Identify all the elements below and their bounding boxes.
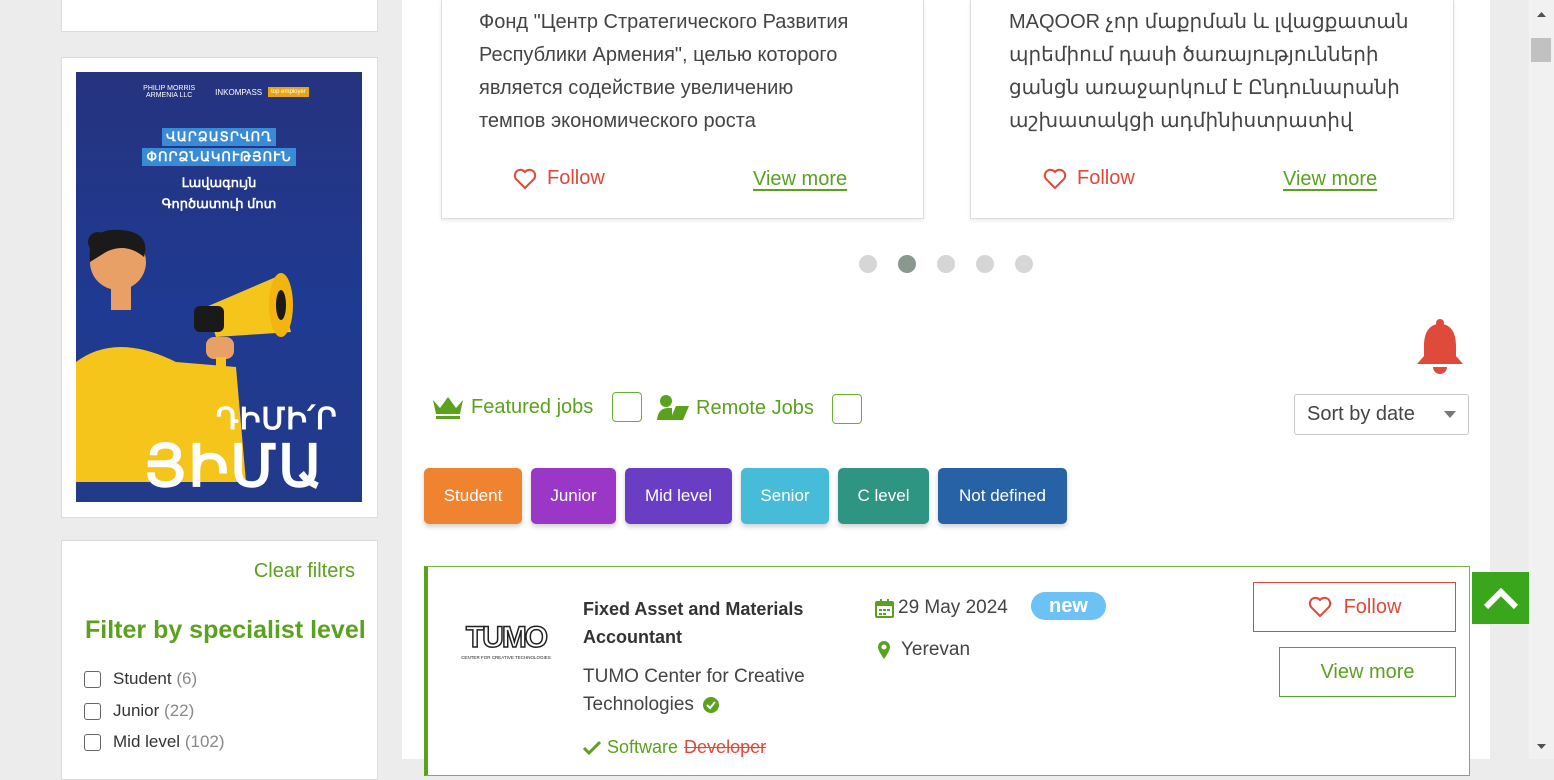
carousel-dot[interactable] bbox=[976, 255, 994, 273]
heart-icon bbox=[513, 168, 537, 189]
level-button-not-defined[interactable]: Not defined bbox=[938, 468, 1067, 524]
featured-jobs-checkbox[interactable] bbox=[612, 392, 642, 422]
tag-miss: Developer bbox=[684, 737, 767, 757]
caret-down-icon bbox=[1444, 411, 1456, 418]
company-card: MAQOOR չոր մաքրման և լվացքատան պրեմիում … bbox=[970, 0, 1454, 219]
check-icon bbox=[583, 740, 601, 755]
ad-subline-1: Լավագույն bbox=[181, 175, 257, 190]
filter-item-junior[interactable]: Junior (22) bbox=[84, 701, 194, 721]
scroll-to-top-button[interactable] bbox=[1472, 572, 1529, 624]
checkbox[interactable] bbox=[84, 702, 101, 720]
ad-headline-2: ՓՈՐՁՆԱԿՈՒԹՅՈՒՆ bbox=[142, 148, 296, 166]
checkbox[interactable] bbox=[84, 733, 101, 751]
job-location: Yerevan bbox=[877, 639, 970, 661]
follow-button[interactable]: Follow bbox=[1043, 167, 1135, 190]
level-button-c-level[interactable]: C level bbox=[838, 468, 929, 524]
view-more-link[interactable]: View more bbox=[753, 168, 847, 191]
remote-worker-icon bbox=[657, 395, 689, 420]
filter-item-student[interactable]: Student (6) bbox=[84, 669, 197, 689]
ad-panel: PHILIP MORRIS ARMENIA LLC INKOMPASS top … bbox=[61, 57, 378, 518]
company-description-line: աշխատակցի ադմինիստրատիվ bbox=[1009, 110, 1353, 132]
level-button-senior[interactable]: Senior bbox=[741, 468, 829, 524]
job-title[interactable]: Fixed Asset and Materials Accountant bbox=[583, 595, 803, 651]
ad-subline-2: Գործատուի մոտ bbox=[161, 196, 277, 211]
job-date: 29 May 2024 bbox=[875, 597, 1008, 619]
carousel-dot[interactable] bbox=[937, 255, 955, 273]
bell-icon[interactable] bbox=[1413, 318, 1467, 376]
company-logo[interactable]: TUMO CENTER FOR CREATIVE TECHNOLOGIES bbox=[456, 622, 556, 663]
job-follow-button[interactable]: Follow bbox=[1253, 582, 1456, 632]
view-more-link[interactable]: View more bbox=[1283, 168, 1377, 191]
ad-banner[interactable]: PHILIP MORRIS ARMENIA LLC INKOMPASS top … bbox=[76, 72, 362, 502]
company-description-line: ցանցն առաջարկում է Ընդունարանի bbox=[1009, 77, 1400, 99]
level-button-mid-level[interactable]: Mid level bbox=[625, 468, 732, 524]
map-pin-icon bbox=[878, 641, 890, 659]
scroll-down-arrow-icon[interactable] bbox=[1529, 737, 1554, 757]
new-badge: new bbox=[1031, 592, 1106, 620]
inkompass-logo: INKOMPASS bbox=[215, 87, 263, 97]
job-card[interactable]: TUMO CENTER FOR CREATIVE TECHNOLOGIES Fi… bbox=[424, 566, 1470, 776]
clear-filters-link[interactable]: Clear filters bbox=[254, 560, 355, 583]
level-button-student[interactable]: Student bbox=[424, 468, 522, 524]
remote-jobs-label[interactable]: Remote Jobs bbox=[656, 394, 814, 422]
heart-icon bbox=[1043, 168, 1067, 189]
scrollbar-thumb[interactable] bbox=[1531, 38, 1551, 62]
company-description-line: պրեմիում դասի ծառայությունների bbox=[1009, 44, 1379, 66]
job-tags: Software Developer bbox=[583, 737, 766, 758]
filter-title: Filter by specialist level bbox=[85, 616, 366, 644]
follow-button[interactable]: Follow bbox=[513, 167, 605, 190]
company-description-line: Фонд "Центр Стратегического Развития bbox=[479, 11, 849, 33]
remote-jobs-checkbox[interactable] bbox=[832, 394, 862, 424]
verified-icon bbox=[702, 697, 719, 713]
filter-item-mid-level[interactable]: Mid level (102) bbox=[84, 732, 225, 752]
scroll-up-arrow-icon[interactable] bbox=[1529, 4, 1554, 24]
company-description-line: MAQOOR չոր մաքրման և լվացքատան bbox=[1009, 11, 1409, 33]
carousel-dot[interactable] bbox=[1015, 255, 1033, 273]
checkbox[interactable] bbox=[84, 670, 101, 688]
level-button-junior[interactable]: Junior bbox=[531, 468, 616, 524]
crown-icon bbox=[433, 397, 463, 419]
featured-jobs-label[interactable]: Featured jobs bbox=[431, 394, 593, 420]
sort-select[interactable]: Sort by date bbox=[1294, 394, 1469, 435]
top-employer-logo: top employer bbox=[268, 87, 309, 97]
pm-logo: PHILIP MORRIS ARMENIA LLC bbox=[143, 85, 196, 99]
carousel-dot-active[interactable] bbox=[898, 255, 916, 273]
sidebar-top-panel bbox=[61, 0, 378, 32]
chevron-up-icon bbox=[1483, 587, 1518, 610]
company-description-line: является содействие увеличению bbox=[479, 77, 794, 99]
ad-headline-1: ՎԱՐՁԱՏՐՎՈՂ bbox=[162, 128, 276, 146]
company-card: Фонд "Центр Стратегического Развития Рес… bbox=[441, 0, 924, 219]
calendar-icon bbox=[875, 598, 894, 618]
company-name[interactable]: TUMO Center for Creative Technologies bbox=[583, 663, 805, 719]
carousel-dot[interactable] bbox=[859, 255, 877, 273]
ad-cta-bottom: ՅԻՄԱ bbox=[144, 434, 325, 499]
tag-match: Software bbox=[607, 737, 679, 757]
company-description-line: темпов экономического роста bbox=[479, 110, 756, 132]
scrollbar[interactable] bbox=[1529, 0, 1554, 759]
heart-icon bbox=[1308, 596, 1331, 618]
company-description-line: Республики Армения", целью которого bbox=[479, 44, 838, 66]
job-view-more-button[interactable]: View more bbox=[1279, 647, 1456, 697]
